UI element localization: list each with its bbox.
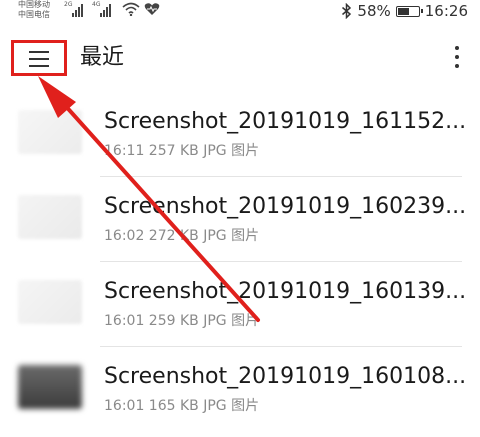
menu-button[interactable] xyxy=(11,40,67,76)
carrier-1-label: 中国移动 xyxy=(18,0,50,9)
file-meta: 16:02 272 KB JPG 图片 xyxy=(104,228,260,244)
bluetooth-icon xyxy=(342,3,352,19)
file-thumbnail xyxy=(18,110,82,154)
file-thumbnail xyxy=(18,195,82,239)
file-item[interactable]: Screenshot_20191019_160108... 16:01 165 … xyxy=(0,347,480,432)
file-meta: 16:01 259 KB JPG 图片 xyxy=(104,313,260,329)
signal-1-icon xyxy=(72,3,83,17)
more-options-button[interactable] xyxy=(454,46,460,72)
health-heart-icon xyxy=(144,3,160,15)
file-thumbnail xyxy=(18,280,82,324)
file-meta: 16:11 257 KB JPG 图片 xyxy=(104,143,260,159)
file-thumbnail xyxy=(18,365,82,409)
clock: 16:26 xyxy=(424,2,468,20)
battery-percent: 58% xyxy=(357,2,391,20)
file-meta: 16:01 165 KB JPG 图片 xyxy=(104,398,260,414)
battery-fill xyxy=(397,7,409,15)
file-item[interactable]: Screenshot_20191019_161152... 16:11 257 … xyxy=(0,92,480,177)
file-name: Screenshot_20191019_161152... xyxy=(104,109,467,134)
status-bar: 中国移动 中国电信 2G 4G 58% 16:26 xyxy=(0,0,480,26)
hamburger-menu-icon xyxy=(29,51,49,67)
file-item[interactable]: Screenshot_20191019_160139... 16:01 259 … xyxy=(0,262,480,347)
file-item[interactable]: Screenshot_20191019_160239... 16:02 272 … xyxy=(0,177,480,262)
signal-2-icon xyxy=(100,3,111,17)
file-name: Screenshot_20191019_160108... xyxy=(104,364,467,389)
page-title: 最近 xyxy=(80,45,125,70)
wifi-icon xyxy=(122,2,140,16)
file-name: Screenshot_20191019_160239... xyxy=(104,194,467,219)
file-name: Screenshot_20191019_160139... xyxy=(104,279,467,304)
battery-icon xyxy=(395,5,423,17)
toolbar: 最近 xyxy=(0,26,480,92)
carrier-info: 中国移动 中国电信 xyxy=(18,0,50,20)
more-vertical-icon xyxy=(455,46,459,50)
carrier-2-label: 中国电信 xyxy=(18,10,50,19)
